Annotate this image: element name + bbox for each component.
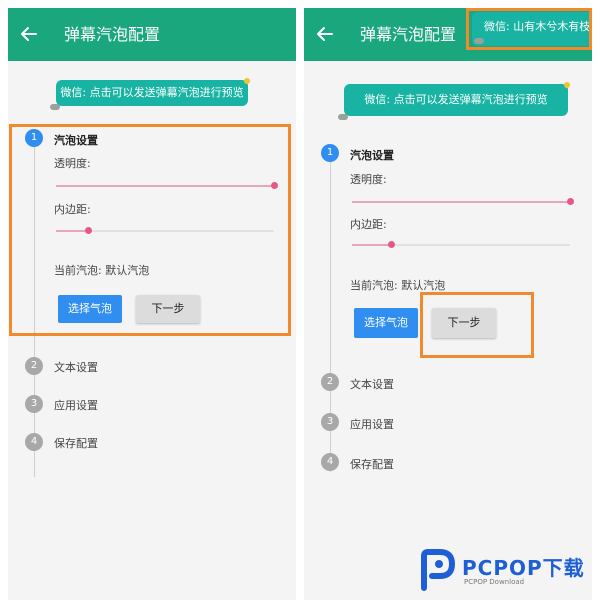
back-arrow-icon[interactable] bbox=[18, 23, 40, 45]
bubble-preview[interactable]: 微信: 点击可以发送弹幕汽泡进行预览 bbox=[338, 82, 570, 120]
step-3-title[interactable]: 应用设置 bbox=[350, 416, 394, 432]
highlight-bubble-settings bbox=[9, 124, 291, 336]
pcpop-watermark: PCPOP下载 PCPOP Download bbox=[418, 546, 598, 596]
current-bubble-text: 当前汽泡: 默认汽泡 bbox=[350, 279, 446, 292]
step-2-title[interactable]: 文本设置 bbox=[54, 359, 98, 375]
watermark-sub: PCPOP Download bbox=[464, 578, 525, 586]
step-2-title[interactable]: 文本设置 bbox=[350, 376, 394, 392]
page-title: 弹幕汽泡配置 bbox=[64, 25, 161, 44]
step-3-number: 3 bbox=[321, 413, 339, 431]
step-4-title[interactable]: 保存配置 bbox=[350, 456, 394, 472]
pcpop-logo-icon bbox=[421, 549, 456, 591]
step-4-number: 4 bbox=[25, 433, 43, 451]
bubble-preview[interactable]: 微信: 点击可以发送弹幕汽泡进行预览 bbox=[50, 78, 250, 110]
step-4-number: 4 bbox=[321, 453, 339, 471]
step-1-title[interactable]: 汽泡设置 bbox=[350, 147, 394, 163]
bubble-dot-icon bbox=[564, 82, 570, 88]
padding-slider-thumb[interactable] bbox=[387, 241, 395, 248]
app-bar: 弹幕汽泡配置 bbox=[8, 8, 296, 61]
step-3-number: 3 bbox=[25, 395, 43, 413]
bubble-preview-text: 微信: 点击可以发送弹幕汽泡进行预览 bbox=[60, 86, 244, 99]
select-bubble-button[interactable]: 选择气泡 bbox=[354, 308, 418, 338]
step-1-number: 1 bbox=[321, 144, 339, 162]
bubble-preview-text: 微信: 点击可以发送弹幕汽泡进行预览 bbox=[364, 93, 548, 106]
bubble-tail-icon bbox=[50, 104, 60, 110]
bubble-tail-icon bbox=[338, 114, 348, 120]
bubble-dot-icon bbox=[244, 78, 250, 84]
page-title: 弹幕汽泡配置 bbox=[360, 25, 457, 44]
opacity-slider[interactable] bbox=[352, 201, 570, 203]
step-2-number: 2 bbox=[321, 373, 339, 391]
padding-slider-fill bbox=[352, 244, 392, 246]
back-arrow-icon[interactable] bbox=[314, 23, 336, 45]
highlight-toast bbox=[466, 8, 592, 50]
step-4-title[interactable]: 保存配置 bbox=[54, 435, 98, 451]
step-3-title[interactable]: 应用设置 bbox=[54, 397, 98, 413]
padding-label: 内边距: bbox=[350, 218, 387, 231]
opacity-slider-thumb[interactable] bbox=[566, 198, 574, 205]
highlight-next-button bbox=[420, 292, 534, 358]
opacity-label: 透明度: bbox=[350, 173, 387, 186]
step-2-number: 2 bbox=[25, 357, 43, 375]
watermark-brand: PCPOP下载 bbox=[462, 556, 585, 580]
